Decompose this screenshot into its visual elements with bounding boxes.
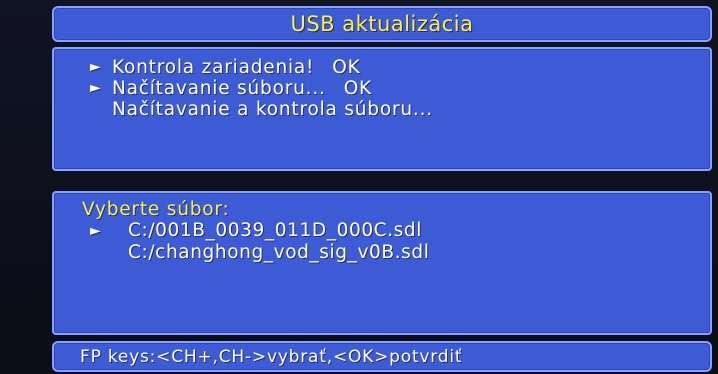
status-text: Kontrola zariadenia! [112, 57, 315, 78]
key-hint: FP keys:<CH+,CH->vybrať,<OK>potvrdiť [80, 346, 463, 367]
status-line-file-loading: ► Načítavanie súboru... OK [90, 78, 710, 99]
file-select-prompt: Vyberte súbor: [82, 199, 230, 220]
status-line-file-check: Načítavanie a kontrola súboru... [90, 99, 710, 120]
title-bar: USB aktualizácia [52, 6, 712, 42]
status-text: Načítavanie a kontrola súboru... [112, 99, 433, 120]
arrow-right-icon: ► [90, 80, 102, 96]
status-line-device-check: ► Kontrola zariadenia! OK [90, 57, 710, 78]
screen-title: USB aktualizácia [290, 12, 474, 36]
file-selection-panel: Vyberte súbor: ► C:/001B_0039_011D_000C.… [52, 191, 712, 335]
selection-arrow-icon: ► [90, 223, 102, 239]
arrow-right-icon: ► [90, 59, 102, 75]
file-name: C:/001B_0039_011D_000C.sdl [128, 220, 423, 241]
file-item-selected[interactable]: ► C:/001B_0039_011D_000C.sdl [82, 220, 710, 242]
status-result: OK [332, 57, 361, 78]
footer-bar: FP keys:<CH+,CH->vybrať,<OK>potvrdiť [52, 341, 712, 372]
usb-update-screen: USB aktualizácia ► Kontrola zariadenia! … [0, 0, 718, 374]
status-text: Načítavanie súboru... [112, 78, 326, 99]
status-panel: ► Kontrola zariadenia! OK ► Načítavanie … [52, 47, 712, 171]
file-item[interactable]: C:/changhong_vod_sig_v0B.sdl [82, 242, 710, 264]
file-name: C:/changhong_vod_sig_v0B.sdl [128, 242, 430, 263]
status-result: OK [343, 78, 372, 99]
